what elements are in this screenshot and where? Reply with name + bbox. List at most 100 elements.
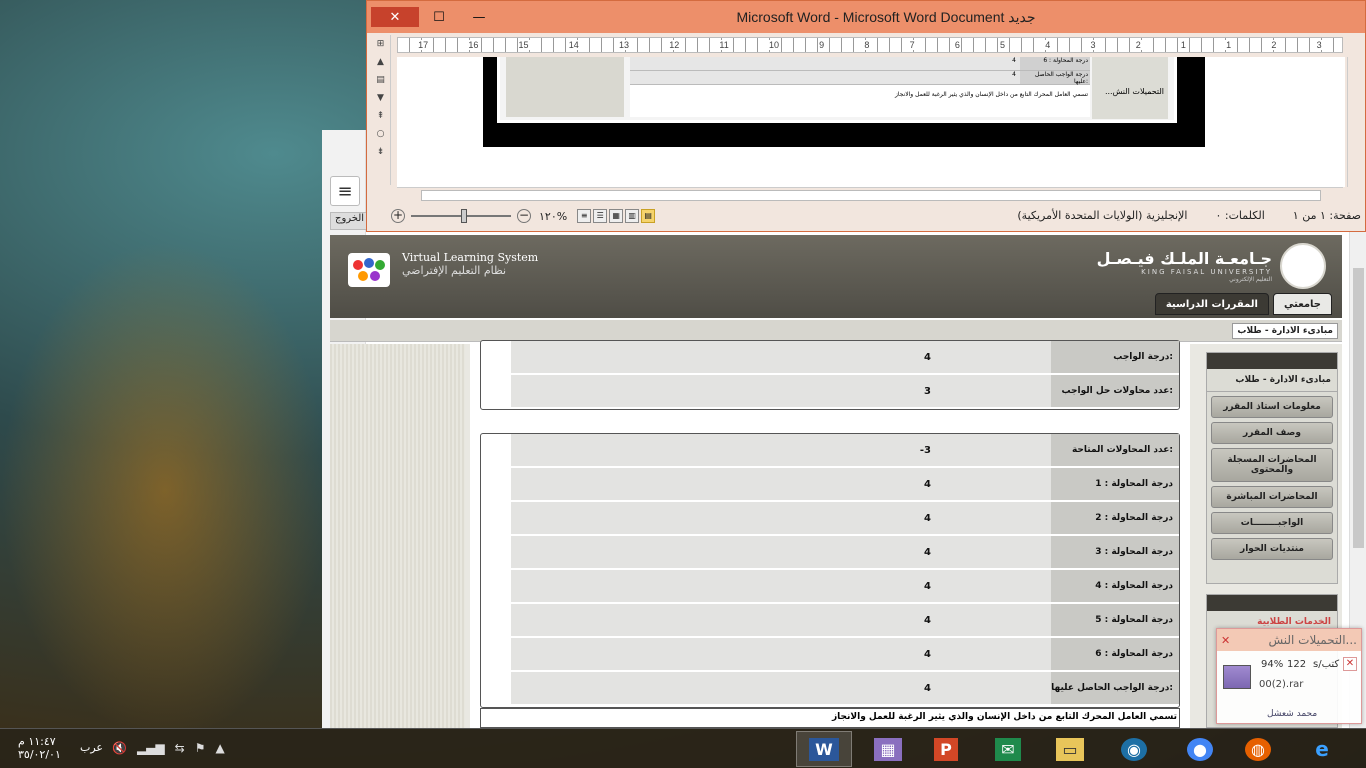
ruler-label: 4: [1044, 40, 1052, 50]
tray-expand-icon[interactable]: ▲: [215, 741, 224, 755]
sidebar-item-instructor-info[interactable]: معلومات استاذ المقرر: [1211, 396, 1333, 418]
table-row: درجة الواجب: 4: [511, 341, 1179, 373]
zoom-slider-knob[interactable]: [461, 209, 467, 223]
hamburger-menu-icon[interactable]: ≡: [330, 176, 360, 206]
prev-page-icon[interactable]: ⇞: [374, 111, 388, 125]
winrar-taskbar-icon[interactable]: ▦: [860, 731, 916, 767]
tab-my-university[interactable]: جامعتي: [1273, 293, 1332, 315]
close-icon[interactable]: ✕: [1221, 634, 1230, 647]
page-count[interactable]: صفحة: ١ من ١: [1293, 209, 1361, 222]
page-icon[interactable]: ▤: [374, 75, 388, 89]
table-row: عدد محاولات حل الواجب: 3: [511, 375, 1179, 407]
next-page-icon[interactable]: ⇟: [374, 147, 388, 161]
download-popup-header: ...التحميلات النش ✕: [1217, 629, 1361, 651]
ruler-label: 3: [1315, 40, 1323, 50]
sidebar-item-homework[interactable]: الواجبــــــــات: [1211, 512, 1333, 534]
word-left-toolbar: ⊞ ▲ ▤ ▼ ⇞ ○ ⇟: [371, 35, 391, 185]
panel-header: [1207, 353, 1337, 369]
ruler-label: 17: [417, 40, 430, 50]
input-language[interactable]: عرب: [80, 741, 103, 754]
language-indicator[interactable]: الإنجليزية (الولايات المتحدة الأمريكية): [1017, 209, 1187, 222]
row-label: درجة المحاولة : 3: [1051, 536, 1179, 568]
vls-logo-icon: [348, 253, 390, 287]
row-value: 4: [511, 672, 1051, 704]
table-row: درجة المحاولة : 6 4: [511, 638, 1179, 670]
breadcrumb-bar: مبادىء الادارة - طلاب: [330, 320, 1342, 342]
ruler-label: 1: [1225, 40, 1233, 50]
vls-subtitle: نظام التعليم الإفتراضي: [402, 264, 507, 277]
row-value: 4: [511, 536, 1051, 568]
file-explorer-taskbar-icon[interactable]: ▭: [1042, 731, 1098, 767]
breadcrumb[interactable]: مبادىء الادارة - طلاب: [1232, 323, 1338, 339]
scrollbar-thumb[interactable]: [421, 190, 1321, 201]
download-header-text: ...التحميلات النش: [1268, 633, 1357, 647]
sidebar-item-live-lectures[interactable]: المحاضرات المباشرة: [1211, 486, 1333, 508]
download-item[interactable]: 94% 122 s/كتب 00(2).rar ✕: [1221, 657, 1357, 701]
word-count[interactable]: الكلمات: ٠: [1215, 209, 1264, 222]
homework-summary-box: درجة الواجب: 4 عدد محاولات حل الواجب: 3: [480, 340, 1180, 410]
panel-header: [1207, 595, 1337, 611]
browse-object-icon[interactable]: ○: [374, 129, 388, 143]
content-area: درجة الواجب: 4 عدد محاولات حل الواجب: 3 …: [330, 340, 1342, 728]
sidebar-item-recorded-lectures[interactable]: المحاضرات المسجلة والمحتوى: [1211, 448, 1333, 482]
zoom-level[interactable]: ١٢٠%: [539, 210, 567, 223]
university-seal-icon: [1280, 243, 1326, 289]
rar-file-icon: [1223, 665, 1251, 689]
outline-view-icon[interactable]: ☰: [593, 209, 608, 223]
word-horizontal-scrollbar[interactable]: [397, 187, 1343, 203]
network-icon[interactable]: ⇆: [175, 741, 185, 755]
vls-branding: Virtual Learning System نظام التعليم الإ…: [402, 251, 538, 277]
sidebar-item-forums[interactable]: منتديات الحوار: [1211, 538, 1333, 560]
outlook-taskbar-icon[interactable]: ✉: [980, 731, 1036, 767]
table-row: درجة المحاولة : 4 4: [511, 570, 1179, 602]
sidebar-item-course-description[interactable]: وصف المقرر: [1211, 422, 1333, 444]
firefox-taskbar-icon[interactable]: ◍: [1230, 731, 1286, 767]
screenshot-row: درجة المحاولة : 6 4: [630, 57, 1090, 71]
draft-view-icon[interactable]: ≡: [577, 209, 592, 223]
word-vertical-scrollbar[interactable]: [1347, 57, 1365, 187]
site-header: Virtual Learning System نظام التعليم الإ…: [330, 235, 1342, 318]
horizontal-ruler[interactable]: 17 16 15 14 13 12 11 10 9 8 7 6 5 4 3 2 …: [397, 37, 1343, 53]
media-player-taskbar-icon[interactable]: ◉: [1106, 731, 1162, 767]
web-layout-icon[interactable]: ▦: [609, 209, 624, 223]
system-tray: 🔇 ▂▄▆ ⇆ ⚑ ▲: [112, 741, 225, 755]
volume-muted-icon[interactable]: 🔇: [112, 741, 127, 755]
tab-courses[interactable]: المقررات الدراسية: [1154, 293, 1269, 315]
print-layout-icon[interactable]: ▤: [641, 209, 656, 223]
ruler-label: 16: [467, 40, 480, 50]
row-value: -3: [511, 434, 1051, 466]
cancel-download-icon[interactable]: ✕: [1343, 657, 1357, 671]
row-label: عدد المحاولات المتاحة:: [1051, 434, 1179, 466]
signal-icon[interactable]: ▂▄▆: [137, 741, 165, 755]
zoom-out-icon[interactable]: −: [517, 209, 531, 223]
row-value: 4: [511, 570, 1051, 602]
powerpoint-taskbar-icon[interactable]: P: [918, 731, 974, 767]
scrollbar-thumb[interactable]: [1353, 268, 1364, 548]
ruler-label: 15: [517, 40, 530, 50]
chrome-taskbar-icon[interactable]: ●: [1172, 731, 1228, 767]
clock-date: ٣٥/٠٢/٠١: [18, 748, 61, 761]
row-label: درجة المحاولة : 4: [1051, 570, 1179, 602]
document-canvas[interactable]: درجة المحاولة : 6 4 درجة الواجب الحاصل ع…: [397, 57, 1345, 187]
zoom-slider[interactable]: [411, 209, 511, 223]
clock[interactable]: ١١:٤٧ م ٣٥/٠٢/٠١: [18, 735, 61, 761]
pasted-screenshot-image[interactable]: درجة المحاولة : 6 4 درجة الواجب الحاصل ع…: [483, 57, 1205, 147]
scroll-down-icon[interactable]: ▼: [374, 93, 388, 107]
row-label: درجة الواجب الحاصل عليها:: [1051, 672, 1179, 704]
ruler-label: 12: [668, 40, 681, 50]
word-taskbar-icon[interactable]: W: [796, 731, 852, 767]
internet-explorer-taskbar-icon[interactable]: e: [1294, 731, 1350, 767]
row-label: درجة المحاولة : 5: [1051, 604, 1179, 636]
screenshot-row-value: 4: [630, 71, 1020, 84]
zoom-in-icon[interactable]: +: [391, 209, 405, 223]
ruler-toggle-icon[interactable]: ⊞: [374, 39, 388, 53]
row-value: 4: [511, 468, 1051, 500]
screenshot-table: درجة المحاولة : 6 4 درجة الواجب الحاصل ع…: [630, 57, 1090, 117]
full-screen-reading-icon[interactable]: ▥: [625, 209, 640, 223]
table-row: درجة المحاولة : 5 4: [511, 604, 1179, 636]
scroll-up-icon[interactable]: ▲: [374, 57, 388, 71]
ruler-label: 2: [1270, 40, 1278, 50]
logout-button[interactable]: الخروج: [330, 212, 370, 230]
action-center-flag-icon[interactable]: ⚑: [195, 741, 206, 755]
row-value: 3: [511, 375, 1051, 407]
